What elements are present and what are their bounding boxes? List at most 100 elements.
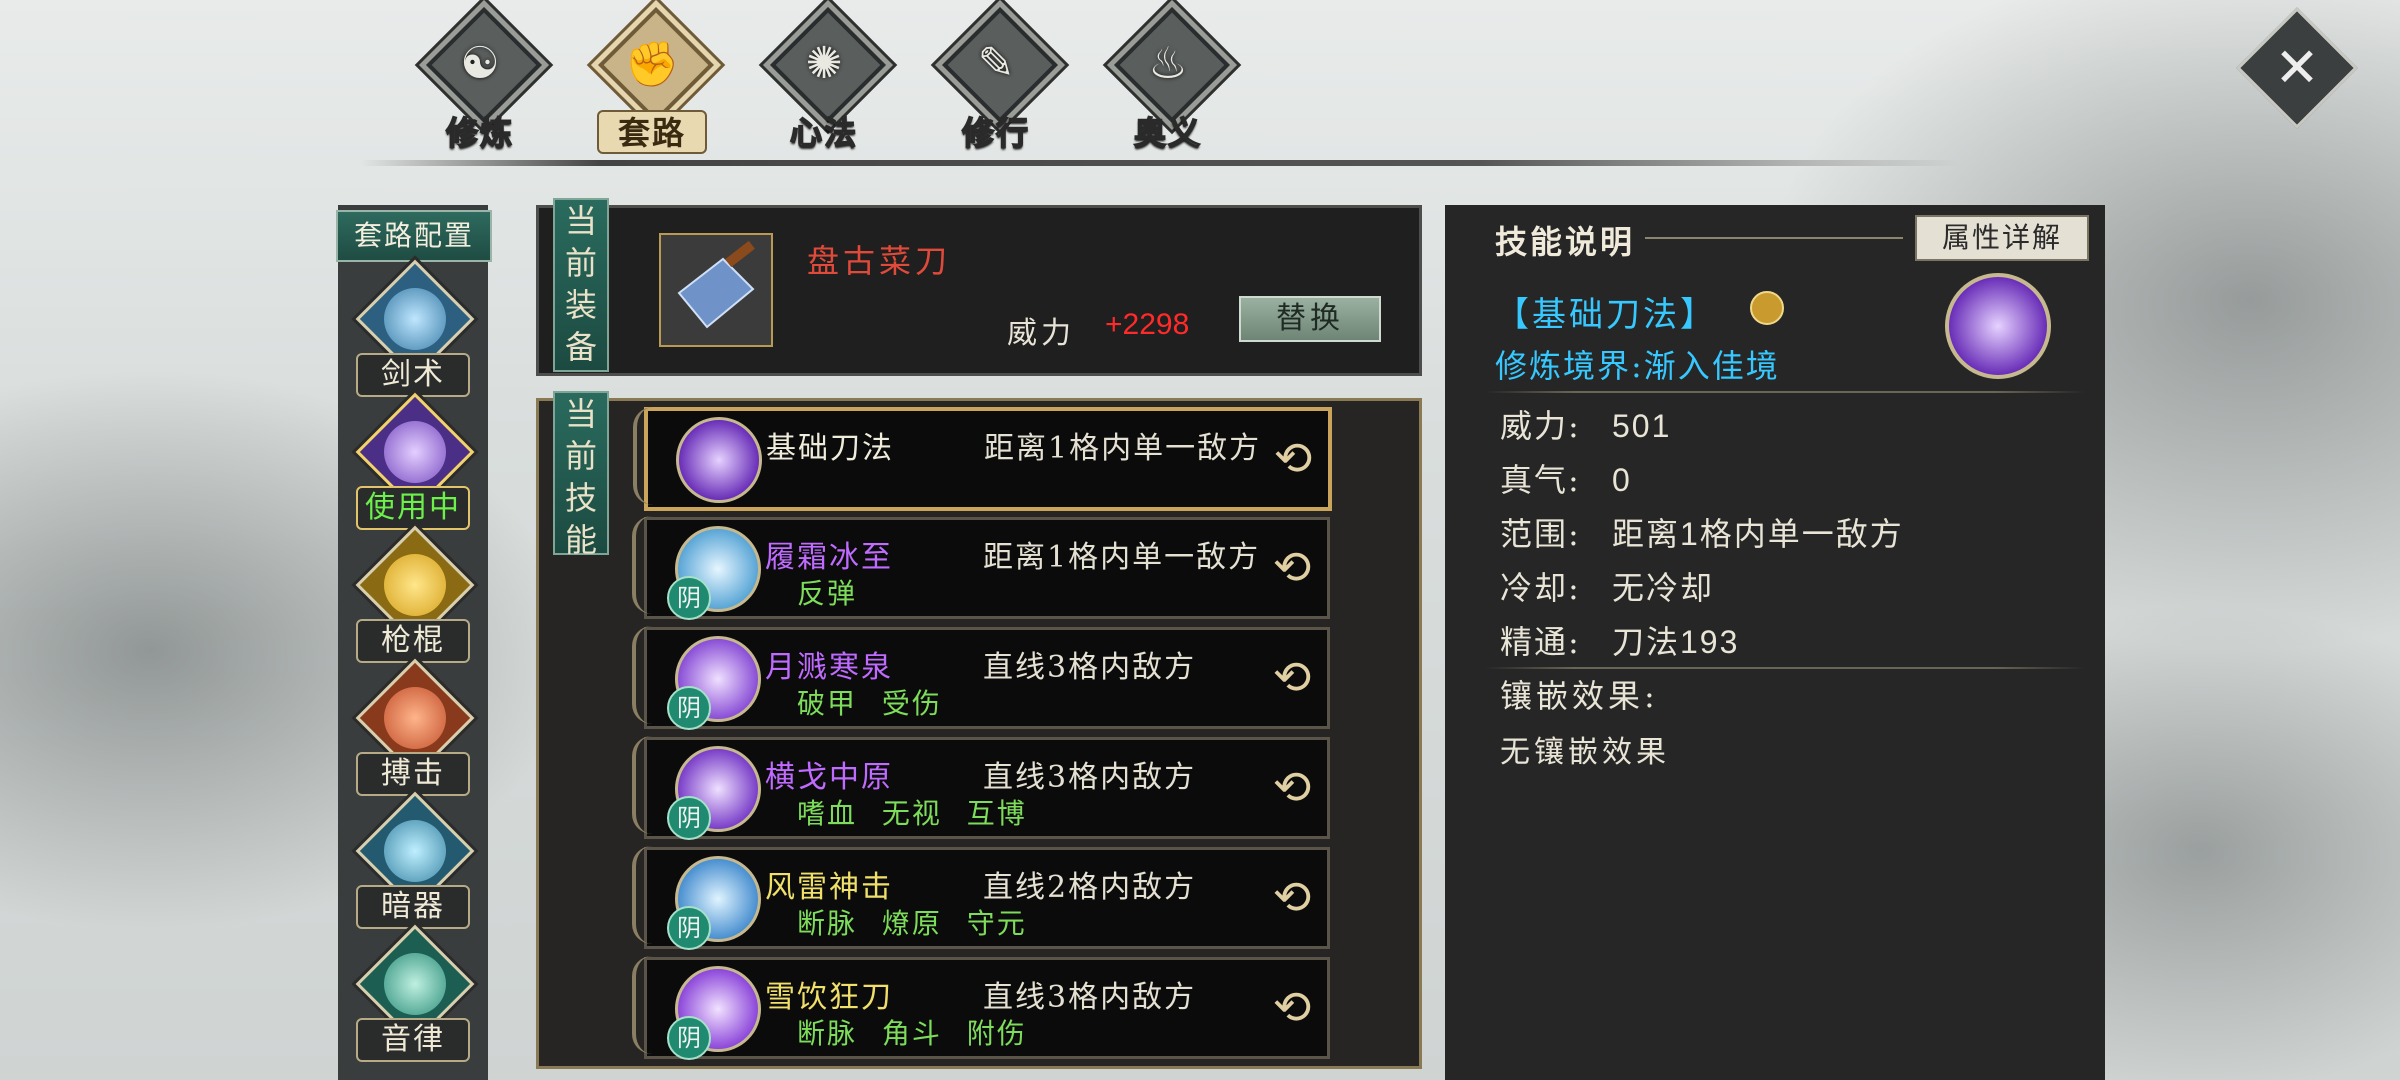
divider (1485, 667, 2085, 669)
category-label: 剑术 (356, 353, 470, 397)
skill-row[interactable]: 阴 月溅寒泉 直线3格内敌方 破甲 受伤 ⟲ (632, 626, 1330, 730)
scroll-glyph: ✎ (977, 38, 1015, 89)
category-label: 搏击 (356, 752, 470, 796)
skill-name: 雪饮狂刀 (765, 980, 893, 1015)
skill-row[interactable]: 基础刀法 距离1格内单一敌方 ⟲ (633, 407, 1332, 511)
attribute-detail-button[interactable]: 属性详解 (1915, 215, 2089, 261)
category-label: 枪棍 (356, 619, 470, 663)
coin-icon (1750, 291, 1784, 325)
swap-icon[interactable]: ⟲ (1268, 433, 1318, 483)
stat-key: 精通: (1500, 623, 1581, 661)
sidebar-title: 套路配置 (336, 210, 492, 262)
stat-value: 刀法193 (1612, 624, 1740, 660)
yin-badge: 阴 (667, 906, 711, 950)
row-frame (633, 407, 677, 505)
close-icon: ✕ (2274, 36, 2320, 99)
tab-xiulian[interactable]: ☯ 修炼 (405, 7, 555, 153)
skill-tags: 断脉 燎原 守元 (797, 907, 1027, 940)
divider (1485, 391, 2085, 393)
nav-divider (360, 160, 1960, 166)
title-divider (1645, 237, 1903, 239)
tab-taolu[interactable]: ✊ 套路 (577, 7, 727, 154)
power-value: +2298 (1105, 308, 1190, 341)
skill-name: 横戈中原 (765, 760, 893, 795)
skill-range: 距离1格内单一敌方 (983, 540, 1261, 575)
stat-qi: 真气: 0 (1500, 455, 1632, 501)
category-label: 暗器 (356, 885, 470, 929)
yin-badge: 阴 (667, 576, 711, 620)
skill-row[interactable]: 阴 风雷神击 直线2格内敌方 断脉 燎原 守元 ⟲ (632, 846, 1330, 950)
yin-badge: 阴 (667, 796, 711, 840)
tab-label: 修炼 (445, 113, 514, 153)
swap-icon[interactable]: ⟲ (1267, 542, 1317, 592)
stat-value: 501 (1612, 408, 1672, 444)
skill-row[interactable]: 阴 雪饮狂刀 直线3格内敌方 断脉 角斗 附伤 ⟲ (632, 956, 1330, 1060)
skill-tags: 嗜血 无视 互博 (797, 797, 1027, 830)
stat-key: 范围: (1500, 515, 1581, 553)
skill-tags: 断脉 角斗 附伤 (797, 1017, 1027, 1050)
selected-skill-name: 【基础刀法】 (1495, 295, 1717, 335)
stat-key: 冷却: (1500, 569, 1581, 607)
replace-button[interactable]: 替换 (1239, 296, 1381, 342)
swap-icon[interactable]: ⟲ (1267, 872, 1317, 922)
swap-icon[interactable]: ⟲ (1267, 762, 1317, 812)
skill-name: 履霜冰至 (765, 540, 893, 575)
close-button[interactable]: ✕ (2236, 7, 2358, 129)
tab-label: 套路 (617, 114, 686, 152)
skill-tags: 破甲 受伤 (797, 687, 942, 720)
skills-section-label: 当前技能 (553, 391, 609, 559)
stat-range: 范围: 距离1格内单一敌方 (1500, 509, 1904, 555)
category-label: 音律 (356, 1018, 470, 1062)
selected-skill-icon (1945, 273, 2051, 379)
stat-value: 0 (1612, 462, 1632, 498)
category-spear[interactable]: 枪棍 (338, 525, 488, 663)
swap-icon[interactable]: ⟲ (1267, 652, 1317, 702)
skill-row[interactable]: 阴 横戈中原 直线3格内敌方 嗜血 无视 互博 ⟲ (632, 736, 1330, 840)
tab-label: 心法 (789, 113, 858, 153)
equipment-panel: 当前装备 盘古菜刀 威力 +2298 替换 (536, 198, 1422, 376)
stat-value: 距离1格内单一敌方 (1612, 516, 1904, 552)
skill-range: 直线2格内敌方 (983, 870, 1197, 905)
category-fist[interactable]: 搏击 (338, 658, 488, 796)
skill-row[interactable]: 阴 履霜冰至 距离1格内单一敌方 反弹 ⟲ (632, 516, 1330, 620)
stat-power: 威力: 501 (1500, 401, 1671, 447)
category-label: 使用中 (356, 486, 470, 530)
category-sword[interactable]: 剑术 (338, 259, 488, 397)
equipment-section-label: 当前装备 (553, 198, 609, 372)
fist-glyph: ✊ (624, 39, 680, 90)
flame-glyph: ♨ (1148, 38, 1188, 89)
yin-badge: 阴 (667, 686, 711, 730)
inlay-value: 无镶嵌效果 (1500, 735, 1670, 770)
skill-tags: 反弹 (797, 577, 858, 610)
tab-xinfa[interactable]: ✺ 心法 (749, 7, 899, 153)
cultivation-realm: 修炼境界:渐入佳境 (1495, 347, 1780, 385)
skills-panel: 当前技能 基础刀法 距离1格内单一敌方 ⟲ 阴 履霜冰至 距离1格内单一敌方 反… (536, 391, 1422, 1069)
skill-description-panel: 技能说明 属性详解 【基础刀法】 修炼境界:渐入佳境 威力: 501 真气: 0 范… (1445, 205, 2105, 1080)
category-hidden-weapon[interactable]: 暗器 (338, 791, 488, 929)
category-sidebar: 套路配置 剑术 使用中 枪棍 搏击 暗器 音律 (336, 205, 492, 1080)
equipment-name: 盘古菜刀 (807, 242, 952, 280)
stat-key: 威力: (1500, 407, 1581, 445)
cleaver-icon[interactable] (659, 233, 773, 347)
swap-icon[interactable]: ⟲ (1267, 982, 1317, 1032)
skill-name: 风雷神击 (765, 870, 893, 905)
description-title: 技能说明 (1495, 223, 1636, 261)
skill-range: 直线3格内敌方 (983, 760, 1197, 795)
skill-range: 直线3格内敌方 (983, 980, 1197, 1015)
stat-mastery: 精通: 刀法193 (1500, 617, 1739, 663)
taiji-glyph: ☯ (460, 38, 500, 89)
skill-icon (676, 417, 762, 503)
skill-name: 基础刀法 (766, 431, 894, 466)
tab-aoyi[interactable]: ♨ 奥义 (1093, 7, 1243, 153)
stat-key: 真气: (1500, 461, 1581, 499)
stat-cooldown: 冷却: 无冷却 (1500, 563, 1714, 609)
stat-value: 无冷却 (1612, 570, 1715, 606)
category-music[interactable]: 音律 (338, 924, 488, 1062)
tab-xiuxing[interactable]: ✎ 修行 (921, 7, 1071, 153)
skill-range: 距离1格内单一敌方 (984, 431, 1262, 466)
top-nav: ☯ 修炼 ✊ 套路 ✺ 心法 ✎ 修行 ♨ 奥义 (405, 7, 1243, 154)
category-in-use[interactable]: 使用中 (338, 392, 488, 530)
yin-badge: 阴 (667, 1016, 711, 1060)
power-label: 威力 (1007, 316, 1075, 351)
skill-name: 月溅寒泉 (765, 650, 893, 685)
